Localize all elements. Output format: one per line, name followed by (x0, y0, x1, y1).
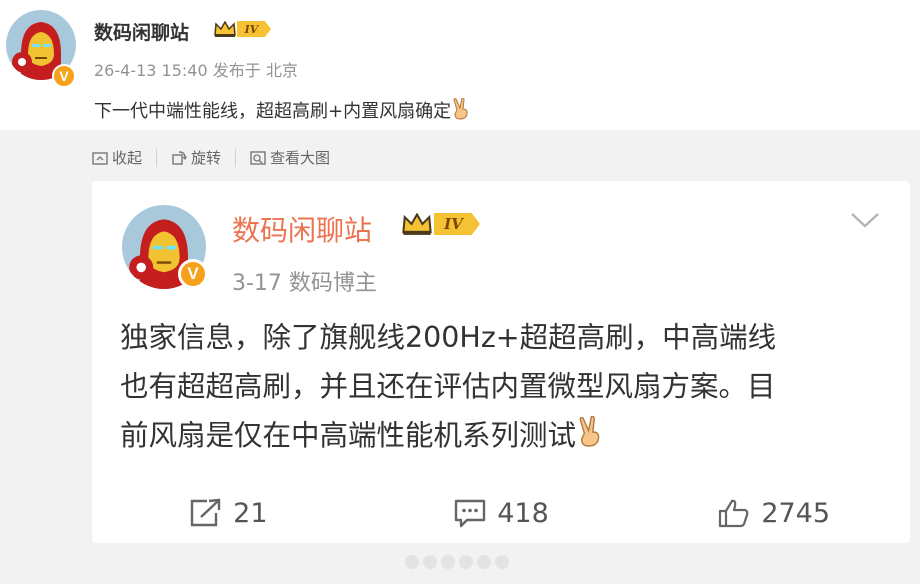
repost-count: 21 (233, 497, 268, 529)
retweet-text-content: 前风扇是仅在中高端性能机系列测试 (120, 419, 577, 452)
comment-icon (455, 499, 486, 528)
rotate-icon (172, 150, 188, 165)
action-bar: 21 418 2745 (92, 483, 910, 543)
post-text-content: 下一代中端性能线，超超高刷+内置风扇确定 (94, 101, 452, 122)
collapse-label: 收起 (112, 149, 143, 167)
retweet-text: 独家信息，除了旗舰线200Hz+超超高刷，中高端线 也有超超高刷，并且还在评估内… (120, 313, 880, 463)
collapse-icon (92, 151, 108, 165)
victory-hand-icon (576, 414, 604, 463)
divider (156, 148, 158, 167)
zoom-icon (250, 150, 266, 165)
like-count: 2745 (761, 497, 831, 529)
loading-dot (441, 555, 455, 569)
like-button[interactable]: 2745 (637, 483, 910, 543)
retweet-meta: 3-17 数码博主 (232, 271, 377, 296)
crown-icon (402, 213, 432, 235)
comment-button[interactable]: 418 (365, 483, 638, 543)
chevron-down-icon[interactable] (850, 211, 880, 229)
collapse-button[interactable]: 收起 (92, 147, 142, 168)
loading-dot (459, 555, 473, 569)
retweet-text-line: 也有超超高刷，并且还在评估内置微型风扇方案。目 (120, 370, 776, 403)
view-large-label: 查看大图 (270, 149, 331, 167)
post-header: V 数码闲聊站 IV 26-4-13 15:40 发布于 北京 下一代中端性能线… (0, 0, 920, 130)
level-badge[interactable]: IV (402, 213, 480, 235)
like-icon (719, 499, 749, 528)
rotate-button[interactable]: 旋转 (171, 147, 221, 168)
share-icon (190, 498, 221, 527)
comment-count: 418 (497, 497, 549, 529)
level-badge[interactable]: IV (214, 21, 271, 37)
retweet-text-line: 前风扇是仅在中高端性能机系列测试 (120, 411, 880, 463)
repost-button[interactable]: 21 (92, 483, 365, 543)
divider (235, 148, 237, 167)
crown-icon (214, 21, 236, 37)
victory-hand-icon (451, 97, 471, 125)
level-label: IV (434, 213, 480, 235)
loading-indicator (405, 555, 513, 569)
loading-dot (405, 555, 419, 569)
view-large-button[interactable]: 查看大图 (250, 147, 330, 168)
rotate-label: 旋转 (191, 149, 222, 167)
retweet-card[interactable]: V 数码闲聊站 IV 3-17 数码博主 独家信息，除了旗舰线200Hz+超超高… (92, 181, 910, 543)
image-toolbar: 收起 旋转 查看大图 (92, 147, 330, 168)
post-text: 下一代中端性能线，超超高刷+内置风扇确定 (94, 97, 471, 125)
post-meta: 26-4-13 15:40 发布于 北京 (94, 61, 298, 80)
retweet-text-line: 独家信息，除了旗舰线200Hz+超超高刷，中高端线 (120, 321, 777, 354)
level-label: IV (237, 21, 271, 37)
verified-badge: V (52, 64, 76, 88)
loading-dot (423, 555, 437, 569)
retweet-author-name[interactable]: 数码闲聊站 (232, 209, 372, 249)
loading-dot (495, 555, 509, 569)
loading-dot (477, 555, 491, 569)
author-name[interactable]: 数码闲聊站 (94, 18, 189, 45)
verified-badge: V (178, 259, 208, 289)
